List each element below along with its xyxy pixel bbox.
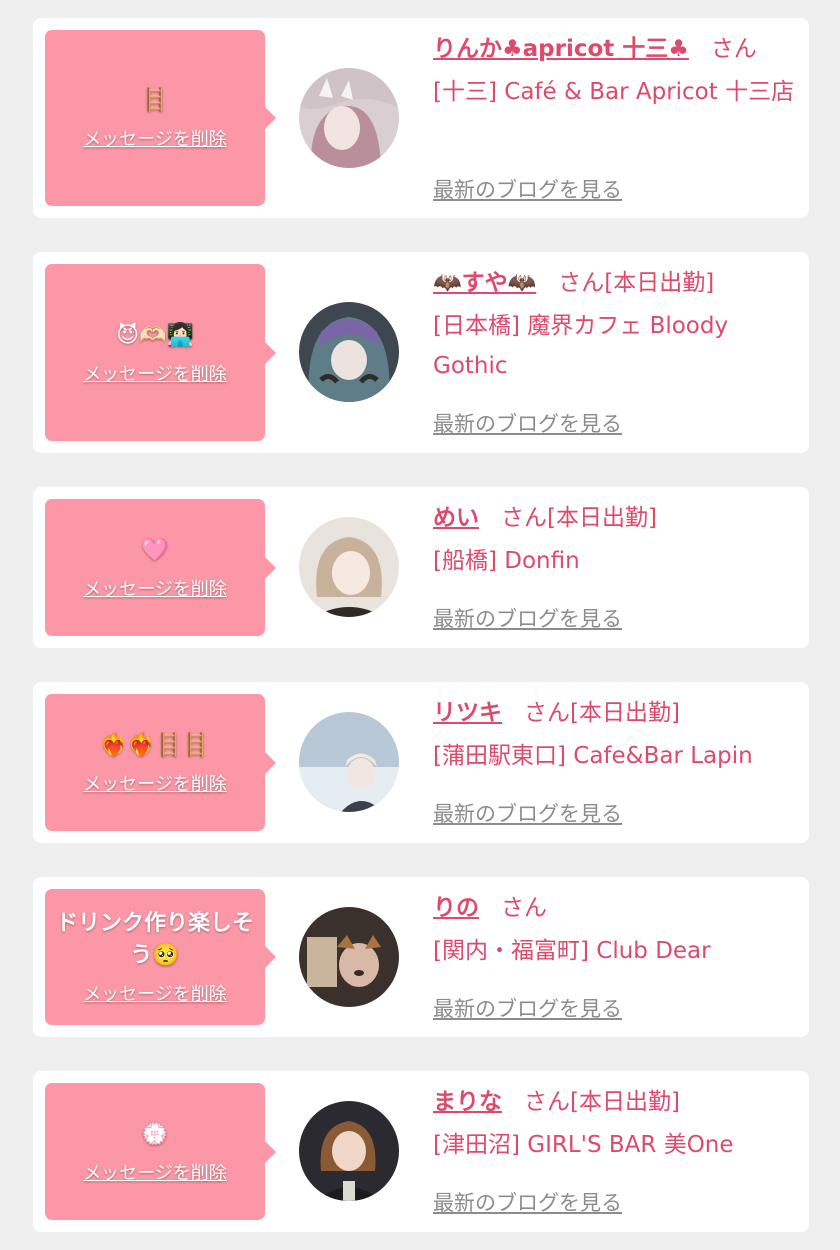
girl-name-link[interactable]: リツキ <box>433 700 502 726</box>
message-text: 🩷 <box>141 537 169 563</box>
delete-message-link[interactable]: メッセージを削除 <box>83 125 227 151</box>
latest-blog-link[interactable]: 最新のブログを見る <box>433 603 622 633</box>
latest-blog-link[interactable]: 最新のブログを見る <box>433 993 622 1023</box>
honorific-status: さん[本日出勤] <box>524 700 680 726</box>
message-card: 💮 メッセージを削除 まりな さん[本日出勤] [津田沼] GIRL'S BAR … <box>33 1071 809 1232</box>
avatar[interactable] <box>299 68 399 168</box>
message-bubble: 🩷 メッセージを削除 <box>45 499 276 636</box>
avatar[interactable] <box>299 907 399 1007</box>
message-bubble: 💮 メッセージを削除 <box>45 1083 276 1220</box>
avatar[interactable] <box>299 302 399 402</box>
message-text: ❤️‍🔥❤️‍🔥🪜🪜 <box>100 732 210 758</box>
honorific-status: さん <box>710 36 757 62</box>
girl-name-link[interactable]: 🦇すや🦇 <box>433 270 536 296</box>
shop-name: [関内・福富町] Club Dear <box>433 938 711 964</box>
honorific-status: さん[本日出勤] <box>524 1089 680 1115</box>
avatar[interactable] <box>299 1101 399 1201</box>
girl-name-link[interactable]: まりな <box>433 1089 502 1115</box>
delete-message-link[interactable]: メッセージを削除 <box>83 770 227 796</box>
girl-name-link[interactable]: りの <box>433 895 479 921</box>
message-text: 😈🫶🏻👩🏻‍💻 <box>116 322 194 348</box>
girl-info: まりな さん[本日出勤] [津田沼] GIRL'S BAR 美One <box>433 1085 795 1165</box>
latest-blog-link[interactable]: 最新のブログを見る <box>433 1187 622 1217</box>
girl-info: リツキ さん[本日出勤] [蒲田駅東口] Cafe&Bar Lapin <box>433 696 795 776</box>
delete-message-link[interactable]: メッセージを削除 <box>83 980 227 1006</box>
delete-message-link[interactable]: メッセージを削除 <box>83 575 227 601</box>
message-card: 😈🫶🏻👩🏻‍💻 メッセージを削除 🦇すや🦇 さん[本日出勤] [日本橋] 魔界カフ… <box>33 252 809 453</box>
message-card: 🪜 メッセージを削除 りんか♣apricot 十三♣ さん [十三] Café &… <box>33 18 809 218</box>
message-card: ドリンク作り楽しそう🥺 メッセージを削除 りの さん [関内・福富町] Club … <box>33 877 809 1037</box>
girl-info: りの さん [関内・福富町] Club Dear <box>433 891 795 971</box>
message-bubble: 😈🫶🏻👩🏻‍💻 メッセージを削除 <box>45 264 276 441</box>
girl-info: めい さん[本日出勤] [船橋] Donfin <box>433 501 795 581</box>
latest-blog-link[interactable]: 最新のブログを見る <box>433 174 622 204</box>
message-text: 🪜 <box>141 88 169 113</box>
latest-blog-link[interactable]: 最新のブログを見る <box>433 408 622 438</box>
girl-info: 🦇すや🦇 さん[本日出勤] [日本橋] 魔界カフェ Bloody Gothic <box>433 266 795 386</box>
message-card-list: 🪜 メッセージを削除 りんか♣apricot 十三♣ さん [十三] Café &… <box>0 0 840 1250</box>
message-text: 💮 <box>141 1121 169 1147</box>
message-card: 🩷 メッセージを削除 めい さん[本日出勤] [船橋] Donfin 最新のブログ… <box>33 487 809 648</box>
honorific-status: さん[本日出勤] <box>501 505 657 531</box>
honorific-status: さん[本日出勤] <box>558 270 715 296</box>
honorific-status: さん <box>501 895 547 921</box>
shop-name: [船橋] Donfin <box>433 548 580 574</box>
shop-name: [日本橋] 魔界カフェ Bloody Gothic <box>433 313 729 379</box>
message-bubble: ❤️‍🔥❤️‍🔥🪜🪜 メッセージを削除 <box>45 694 276 831</box>
girl-name-link[interactable]: りんか♣apricot 十三♣ <box>433 36 689 62</box>
message-bubble: 🪜 メッセージを削除 <box>45 30 276 206</box>
delete-message-link[interactable]: メッセージを削除 <box>83 1159 227 1185</box>
message-card: ❤️‍🔥❤️‍🔥🪜🪜 メッセージを削除 リツキ さん[本日出勤] [蒲田駅東口] … <box>33 682 809 843</box>
shop-name: [蒲田駅東口] Cafe&Bar Lapin <box>433 743 753 769</box>
girl-info: りんか♣apricot 十三♣ さん [十三] Café & Bar Aprico… <box>433 32 795 112</box>
latest-blog-link[interactable]: 最新のブログを見る <box>433 798 622 828</box>
delete-message-link[interactable]: メッセージを削除 <box>83 360 227 386</box>
avatar[interactable] <box>299 712 399 812</box>
avatar[interactable] <box>299 517 399 617</box>
message-bubble: ドリンク作り楽しそう🥺 メッセージを削除 <box>45 889 276 1025</box>
shop-name: [十三] Café & Bar Apricot 十三店 <box>433 79 795 105</box>
message-text: ドリンク作り楽しそう🥺 <box>55 911 254 968</box>
shop-name: [津田沼] GIRL'S BAR 美One <box>433 1132 734 1158</box>
girl-name-link[interactable]: めい <box>433 505 479 531</box>
